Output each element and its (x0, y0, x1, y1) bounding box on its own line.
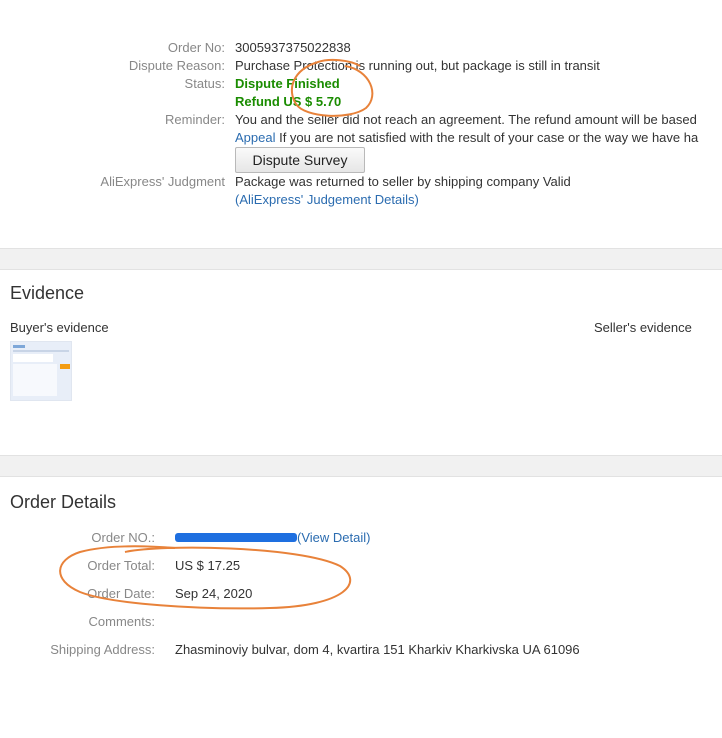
redacted-order-number (175, 533, 297, 542)
order-date-value: Sep 24, 2020 (175, 586, 253, 601)
appeal-text: If you are not satisfied with the result… (275, 130, 699, 145)
shipping-address-label: Shipping Address: (50, 642, 155, 657)
status-value: Dispute Finished (235, 76, 340, 91)
order-total-label: Order Total: (87, 558, 155, 573)
reminder-text: You and the seller did not reach an agre… (235, 112, 697, 127)
appeal-line: Appeal If you are not satisfied with the… (235, 130, 698, 145)
order-total-value: US $ 17.25 (175, 558, 241, 573)
buyer-evidence-label: Buyer's evidence (10, 320, 109, 335)
dispute-reason-label: Dispute Reason: (128, 58, 225, 73)
appeal-link[interactable]: Appeal (235, 130, 275, 145)
status-label: Status: (184, 76, 225, 91)
evidence-title: Evidence (10, 283, 85, 303)
order-date-label: Order Date: (87, 586, 155, 601)
view-detail-link[interactable]: (View Detail) (297, 530, 370, 545)
judgment-value: Package was returned to seller by shippi… (235, 174, 571, 189)
judgment-details-link[interactable]: AliExpress' Judgement Details (239, 192, 414, 207)
seller-evidence-label: Seller's evidence (594, 320, 692, 335)
order-no-value: 3005937375022838 (235, 40, 351, 55)
paren-close: ) (414, 192, 419, 207)
comments-label: Comments: (88, 614, 155, 629)
dispute-reason-value: Purchase Protection is running out, but … (235, 58, 600, 73)
shipping-address-value: Zhasminoviy bulvar, dom 4, kvartira 151 … (175, 642, 580, 657)
order-no-label: Order No: (167, 40, 225, 55)
judgment-label: AliExpress' Judgment (100, 174, 225, 189)
buyer-evidence-thumbnail[interactable] (10, 341, 72, 401)
section-divider (0, 248, 722, 270)
refund-value: Refund US $ 5.70 (235, 94, 342, 109)
section-divider (0, 455, 722, 477)
order-no-label: Order NO.: (91, 530, 155, 545)
order-details-title: Order Details (10, 492, 117, 512)
reminder-label: Reminder: (165, 112, 225, 127)
judgment-details-line: (AliExpress' Judgement Details) (235, 192, 419, 207)
dispute-survey-button[interactable]: Dispute Survey (235, 147, 365, 173)
